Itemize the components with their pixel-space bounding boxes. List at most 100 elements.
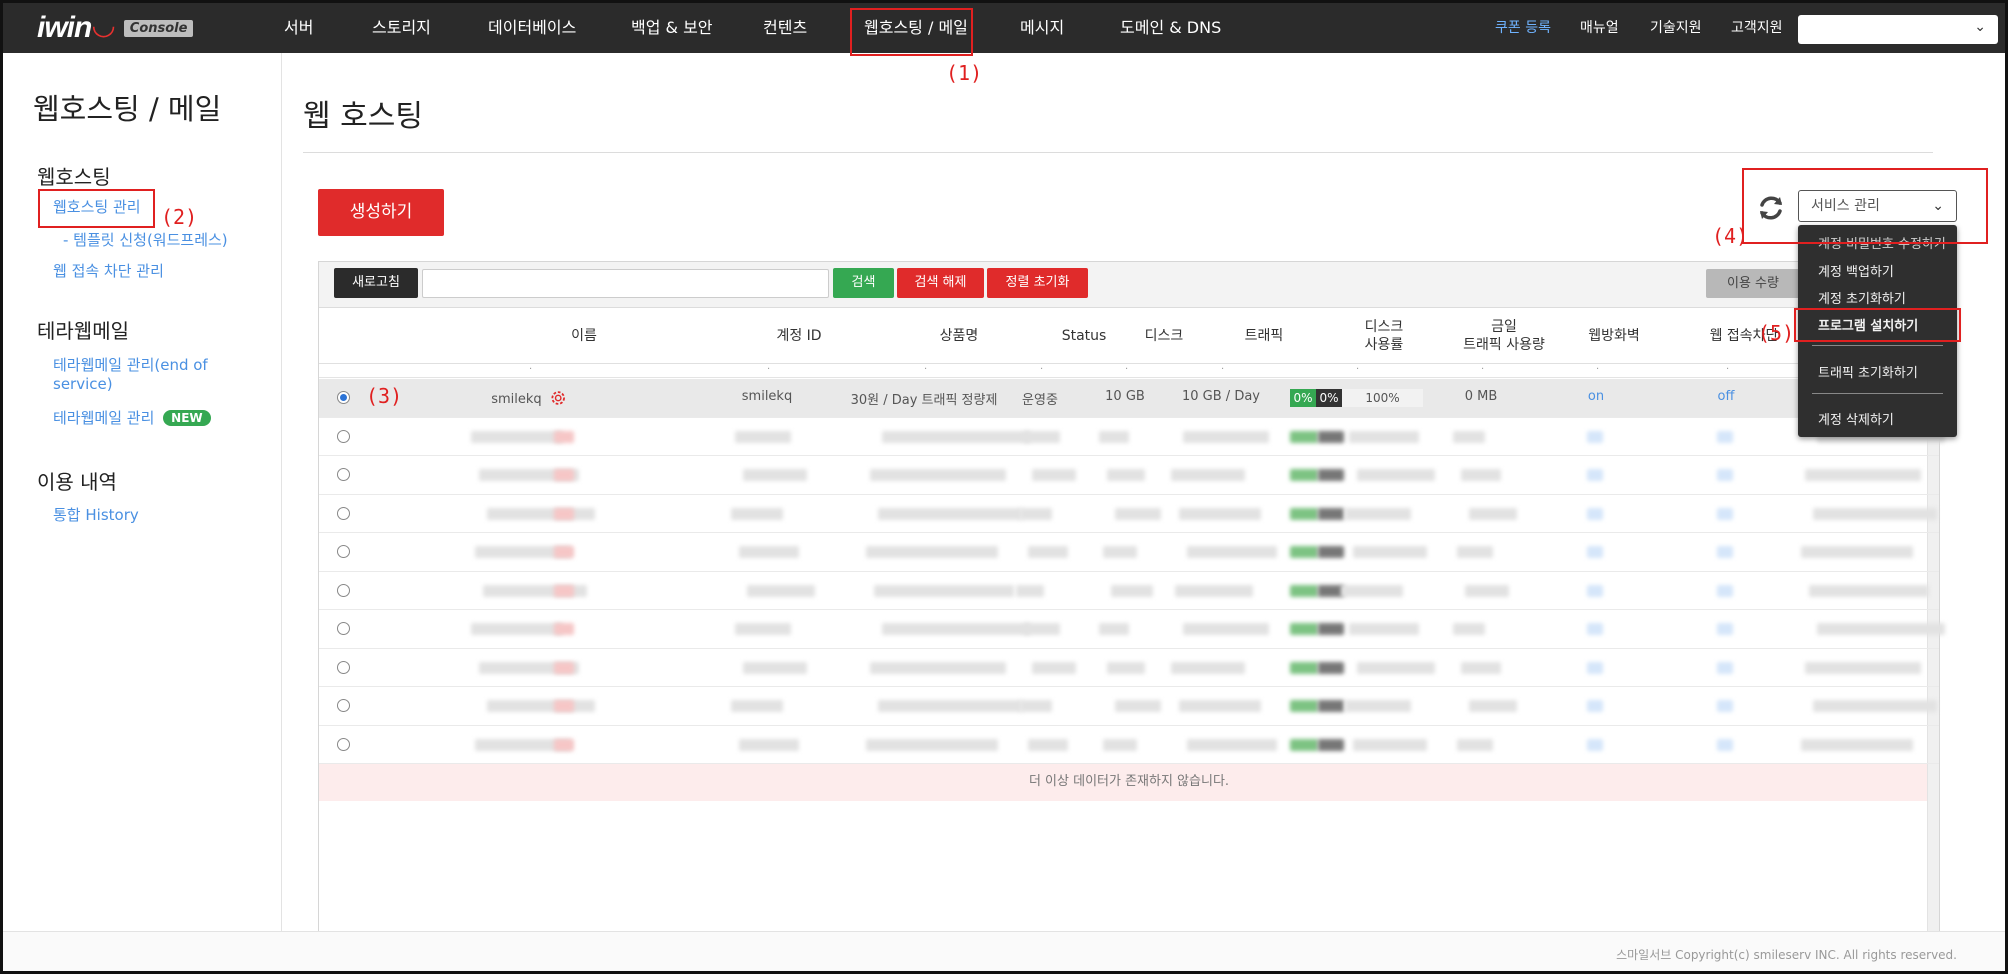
row-radio[interactable] (337, 429, 350, 443)
create-button[interactable]: 생성하기 (318, 189, 444, 236)
chevron-down-icon: ⌄ (1974, 19, 1986, 35)
filter-dot: · (1125, 364, 1129, 375)
gear-icon[interactable] (549, 389, 567, 407)
sidebar-link-terawebmail-eos[interactable]: 테라웹메일 관리(end of (53, 354, 208, 375)
top-navigation: iwin ◡ Console 서버 스토리지 데이터베이스 백업 & 보안 컨텐… (3, 3, 2005, 53)
blurred-cell (1587, 584, 1603, 597)
row-radio[interactable] (337, 737, 350, 751)
blurred-cell (1290, 700, 1318, 712)
table-row[interactable] (319, 533, 1939, 572)
filter-dot: · (1356, 364, 1360, 375)
nav-item-backup-security[interactable]: 백업 & 보안 (631, 3, 713, 53)
blurred-cell (1453, 623, 1485, 635)
search-input[interactable] (422, 269, 829, 298)
row-radio[interactable] (337, 583, 350, 597)
search-clear-button[interactable]: 검색 해제 (897, 268, 984, 298)
column-header-traffic[interactable]: 트래픽 (1189, 308, 1339, 364)
table-row[interactable] (319, 456, 1939, 495)
blurred-cell (554, 700, 574, 712)
blurred-cell (554, 738, 574, 751)
annotation-label-2: (2) (161, 205, 198, 229)
row-status: 운영중 (1022, 393, 1058, 408)
account-select[interactable]: ⌄ (1798, 15, 1998, 44)
blurred-cell (1817, 623, 1945, 635)
annotation-label-1: (1) (946, 61, 983, 85)
row-radio[interactable] (337, 545, 350, 558)
blurred-cell (1357, 661, 1435, 674)
menu-item-reset-account[interactable]: 계정 초기화하기 (1818, 288, 1906, 307)
blurred-cell (1103, 738, 1137, 751)
row-radio[interactable] (337, 622, 350, 635)
table-row[interactable] (319, 495, 1939, 533)
annotation-label-4: (4) (1712, 224, 1749, 248)
nav-item-message[interactable]: 메시지 (1020, 3, 1064, 53)
blurred-cell (1353, 738, 1427, 751)
blurred-cell (1187, 738, 1277, 751)
blurred-cell (1318, 738, 1344, 751)
sidebar: 웹호스팅 / 메일 웹호스팅 웹호스팅 관리 - 템플릿 신청(워드프레스) 웹… (3, 53, 282, 933)
row-radio[interactable] (337, 468, 350, 481)
blurred-cell (1717, 507, 1733, 520)
usage-count-button[interactable]: 이용 수량 (1706, 269, 1800, 298)
coupon-register-link[interactable]: 쿠폰 등록 (1495, 3, 1551, 53)
disk-usage-segment: 100% (1342, 389, 1423, 407)
customer-support-link[interactable]: 고객지원 (1731, 3, 1783, 53)
row-radio[interactable] (337, 506, 350, 520)
blurred-cell (747, 584, 815, 597)
table-row[interactable] (319, 726, 1939, 764)
row-radio[interactable] (337, 699, 350, 712)
table-row[interactable] (319, 418, 1945, 456)
sidebar-link-web-block-manage[interactable]: 웹 접속 차단 관리 (53, 260, 164, 281)
sort-reset-button[interactable]: 정렬 초기화 (987, 268, 1088, 298)
annotation-box-1 (850, 8, 973, 56)
blurred-cell (1179, 700, 1261, 712)
row-web-block[interactable]: off (1718, 389, 1735, 404)
blurred-cell (1469, 507, 1517, 520)
table-row[interactable] (319, 572, 1939, 610)
refresh-button[interactable]: 새로고침 (334, 268, 418, 298)
menu-item-reset-traffic[interactable]: 트래픽 초기화하기 (1818, 362, 1918, 381)
nav-item-domain-dns[interactable]: 도메인 & DNS (1120, 3, 1221, 53)
sidebar-link-terawebmail-eos-line2[interactable]: service) (53, 375, 113, 393)
sidebar-link-template-request[interactable]: - 템플릿 신청(워드프레스) (63, 229, 228, 250)
column-header-waf[interactable]: 웹방화벽 (1554, 308, 1674, 364)
blurred-cell (1461, 661, 1501, 674)
blurred-cell (1115, 700, 1161, 712)
tech-support-link[interactable]: 기술지원 (1650, 3, 1702, 53)
table-row[interactable] (319, 610, 1945, 649)
blurred-cell (487, 507, 595, 520)
blurred-cell (1801, 738, 1913, 751)
blurred-cell (1465, 584, 1509, 597)
search-button[interactable]: 검색 (833, 268, 894, 298)
row-radio[interactable] (337, 660, 350, 674)
nav-item-storage[interactable]: 스토리지 (372, 3, 431, 53)
blurred-cell (739, 738, 799, 751)
row-radio[interactable] (337, 391, 350, 404)
row-waf[interactable]: on (1588, 389, 1604, 404)
blurred-cell (1099, 623, 1129, 635)
menu-item-delete-account[interactable]: 계정 삭제하기 (1818, 409, 1894, 428)
table-row[interactable] (319, 649, 1939, 687)
sidebar-section-terawebmail: 테라웹메일 (37, 319, 129, 343)
blurred-cell (1115, 507, 1161, 520)
blurred-cell (1717, 700, 1733, 712)
manual-link[interactable]: 매뉴얼 (1580, 3, 1619, 53)
blurred-cell (1587, 738, 1603, 751)
table-row[interactable]: smilekq smilekq 30원 / Day 트래픽 정량제 운영중 10… (319, 379, 1939, 418)
blurred-cell (1290, 546, 1318, 558)
menu-item-backup-account[interactable]: 계정 백업하기 (1818, 261, 1894, 280)
nav-item-contents[interactable]: 컨텐츠 (763, 3, 807, 53)
blurred-cell (1016, 584, 1044, 597)
blurred-cell (878, 507, 1022, 520)
logo[interactable]: iwin ◡ Console (37, 8, 194, 45)
blurred-cell (1028, 738, 1068, 751)
sidebar-link-history[interactable]: 통합 History (53, 504, 139, 525)
column-header-name[interactable]: 이름 (439, 308, 729, 364)
nav-item-database[interactable]: 데이터베이스 (488, 3, 576, 53)
filter-dot: · (924, 364, 928, 375)
blurred-cell (1183, 430, 1269, 443)
sidebar-link-terawebmail-manage[interactable]: 테라웹메일 관리 NEW (53, 407, 211, 428)
blurred-cell (1587, 546, 1603, 558)
table-row[interactable] (319, 687, 1939, 726)
nav-item-server[interactable]: 서버 (284, 3, 313, 53)
